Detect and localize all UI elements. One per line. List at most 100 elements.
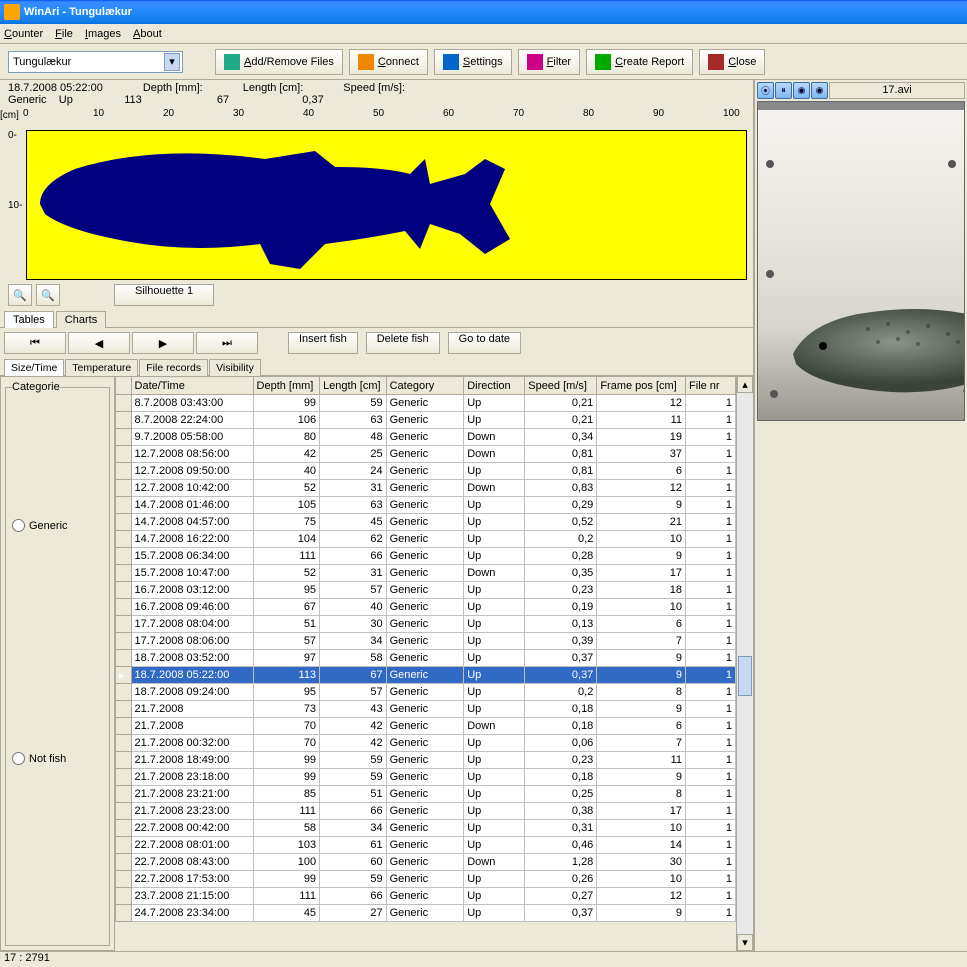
table-row[interactable]: 12.7.2008 10:42:005231GenericDown0,83121	[116, 480, 736, 497]
table-cell: Up	[464, 837, 525, 854]
subtab-size-time[interactable]: Size/Time	[4, 359, 64, 376]
files-icon	[224, 54, 240, 70]
chevron-down-icon[interactable]: ▾	[164, 53, 180, 71]
insert-fish-button[interactable]: Insert fish	[288, 332, 358, 354]
table-row[interactable]: 21.7.2008 23:21:008551GenericUp0,2581	[116, 786, 736, 803]
table-row[interactable]: 21.7.2008 23:18:009959GenericUp0,1891	[116, 769, 736, 786]
scroll-up-icon[interactable]: ▴	[737, 376, 753, 393]
table-row[interactable]: 8.7.2008 03:43:009959GenericUp0,21121	[116, 395, 736, 412]
filter-button[interactable]: Filter	[518, 49, 580, 75]
column-header[interactable]: File nr	[686, 377, 736, 395]
table-row[interactable]: 17.7.2008 08:06:005734GenericUp0,3971	[116, 633, 736, 650]
connect-button[interactable]: Connect	[349, 49, 428, 75]
table-row[interactable]: 17.7.2008 08:04:005130GenericUp0,1361	[116, 616, 736, 633]
table-row[interactable]: 18.7.2008 03:52:009758GenericUp0,3791	[116, 650, 736, 667]
zoom-out-button[interactable]: 🔍	[36, 284, 60, 306]
table-cell: 95	[253, 684, 320, 701]
table-cell: 1	[686, 786, 736, 803]
create-report-button[interactable]: Create Report	[586, 49, 693, 75]
data-table[interactable]: Date/TimeDepth [mm]Length [cm]CategoryDi…	[115, 376, 736, 922]
subtab-visibility[interactable]: Visibility	[209, 359, 261, 376]
table-row[interactable]: 22.7.2008 00:42:005834GenericUp0,31101	[116, 820, 736, 837]
column-header[interactable]: Depth [mm]	[253, 377, 320, 395]
column-header[interactable]: Category	[386, 377, 464, 395]
menu-about[interactable]: About	[133, 28, 162, 40]
table-row[interactable]: 8.7.2008 22:24:0010663GenericUp0,21111	[116, 412, 736, 429]
table-row[interactable]: 18.7.2008 09:24:009557GenericUp0,281	[116, 684, 736, 701]
video-next-button[interactable]: ◉	[811, 82, 828, 99]
radio-notfish[interactable]	[12, 752, 25, 765]
table-row[interactable]: 14.7.2008 01:46:0010563GenericUp0,2991	[116, 497, 736, 514]
scrollbar-vertical[interactable]: ▴ ▾	[736, 376, 753, 951]
tab-charts[interactable]: Charts	[56, 311, 106, 328]
table-cell: 6	[597, 463, 686, 480]
video-pause-button[interactable]: ⏸	[775, 82, 792, 99]
table-row[interactable]: 15.7.2008 10:47:005231GenericDown0,35171	[116, 565, 736, 582]
table-cell: Generic	[386, 633, 464, 650]
table-row[interactable]: 12.7.2008 08:56:004225GenericDown0,81371	[116, 446, 736, 463]
column-header[interactable]: Length [cm]	[320, 377, 387, 395]
table-cell: Down	[464, 565, 525, 582]
table-row[interactable]: 15.7.2008 06:34:0011166GenericUp0,2891	[116, 548, 736, 565]
nav-next-button[interactable]: ▶	[132, 332, 194, 354]
table-row[interactable]: 9.7.2008 05:58:008048GenericDown0,34191	[116, 429, 736, 446]
goto-date-button[interactable]: Go to date	[448, 332, 521, 354]
column-header[interactable]: Date/Time	[131, 377, 253, 395]
close-button[interactable]: Close	[699, 49, 765, 75]
menu-file[interactable]: File	[55, 28, 73, 40]
table-row[interactable]: 12.7.2008 09:50:004024GenericUp0,8161	[116, 463, 736, 480]
table-row[interactable]: 22.7.2008 17:53:009959GenericUp0,26101	[116, 871, 736, 888]
table-row[interactable]: 21.7.20087343GenericUp0,1891	[116, 701, 736, 718]
table-cell: 11	[597, 752, 686, 769]
table-row[interactable]: 16.7.2008 03:12:009557GenericUp0,23181	[116, 582, 736, 599]
ruler-tick: 50	[373, 108, 384, 119]
zoom-in-button[interactable]: 🔍	[8, 284, 32, 306]
column-header[interactable]: Speed [m/s]	[525, 377, 597, 395]
settings-button[interactable]: Settings	[434, 49, 512, 75]
radio-generic[interactable]	[12, 519, 25, 532]
subtab-temperature[interactable]: Temperature	[65, 359, 138, 376]
tab-tables[interactable]: Tables	[4, 311, 54, 328]
table-row[interactable]: 16.7.2008 09:46:006740GenericUp0,19101	[116, 599, 736, 616]
table-cell: 0,21	[525, 412, 597, 429]
table-row[interactable]: 14.7.2008 04:57:007545GenericUp0,52211	[116, 514, 736, 531]
table-cell: 12	[597, 480, 686, 497]
subtab-file-records[interactable]: File records	[139, 359, 208, 376]
column-header[interactable]: Direction	[464, 377, 525, 395]
table-cell: Up	[464, 514, 525, 531]
table-cell: 16.7.2008 03:12:00	[131, 582, 253, 599]
nav-prev-button[interactable]: ◀	[68, 332, 130, 354]
nav-last-button[interactable]: ⏭	[196, 332, 258, 354]
table-row[interactable]: 21.7.2008 18:49:009959GenericUp0,23111	[116, 752, 736, 769]
table-row[interactable]: ▸18.7.2008 05:22:0011367GenericUp0,3791	[116, 667, 736, 684]
radio-generic-label: Generic	[29, 520, 68, 532]
table-row[interactable]: 21.7.20087042GenericDown0,1861	[116, 718, 736, 735]
table-row[interactable]: 21.7.2008 00:32:007042GenericUp0,0671	[116, 735, 736, 752]
table-row[interactable]: 14.7.2008 16:22:0010462GenericUp0,2101	[116, 531, 736, 548]
ruler-tick: 80	[583, 108, 594, 119]
video-rewind-button[interactable]: ⦿	[757, 82, 774, 99]
add-remove-files-button[interactable]: Add/Remove Files	[215, 49, 343, 75]
nav-first-button[interactable]: ⏮	[4, 332, 66, 354]
scroll-down-icon[interactable]: ▾	[737, 934, 753, 951]
table-row[interactable]: 21.7.2008 23:23:0011166GenericUp0,38171	[116, 803, 736, 820]
fish-silhouette-icon	[35, 139, 515, 269]
table-cell: 22.7.2008 17:53:00	[131, 871, 253, 888]
video-prev-button[interactable]: ◉	[793, 82, 810, 99]
delete-fish-button[interactable]: Delete fish	[366, 332, 440, 354]
location-combo[interactable]: Tungulækur ▾	[8, 51, 183, 73]
scrollbar-thumb[interactable]	[738, 656, 752, 696]
table-cell: 104	[253, 531, 320, 548]
depth-label: Depth [mm]:	[143, 82, 203, 94]
column-header[interactable]: Frame pos [cm]	[597, 377, 686, 395]
table-row[interactable]: 22.7.2008 08:43:0010060GenericDown1,2830…	[116, 854, 736, 871]
table-row[interactable]: 22.7.2008 08:01:0010361GenericUp0,46141	[116, 837, 736, 854]
menu-counter[interactable]: Counter	[4, 28, 43, 40]
menu-images[interactable]: Images	[85, 28, 121, 40]
table-cell: 73	[253, 701, 320, 718]
ruler-unit: [cm]	[0, 110, 19, 121]
table-row[interactable]: 23.7.2008 21:15:0011166GenericUp0,27121	[116, 888, 736, 905]
table-row[interactable]: 24.7.2008 23:34:004527GenericUp0,3791	[116, 905, 736, 922]
silhouette-button[interactable]: Silhouette 1	[114, 284, 214, 306]
table-cell: 1	[686, 599, 736, 616]
